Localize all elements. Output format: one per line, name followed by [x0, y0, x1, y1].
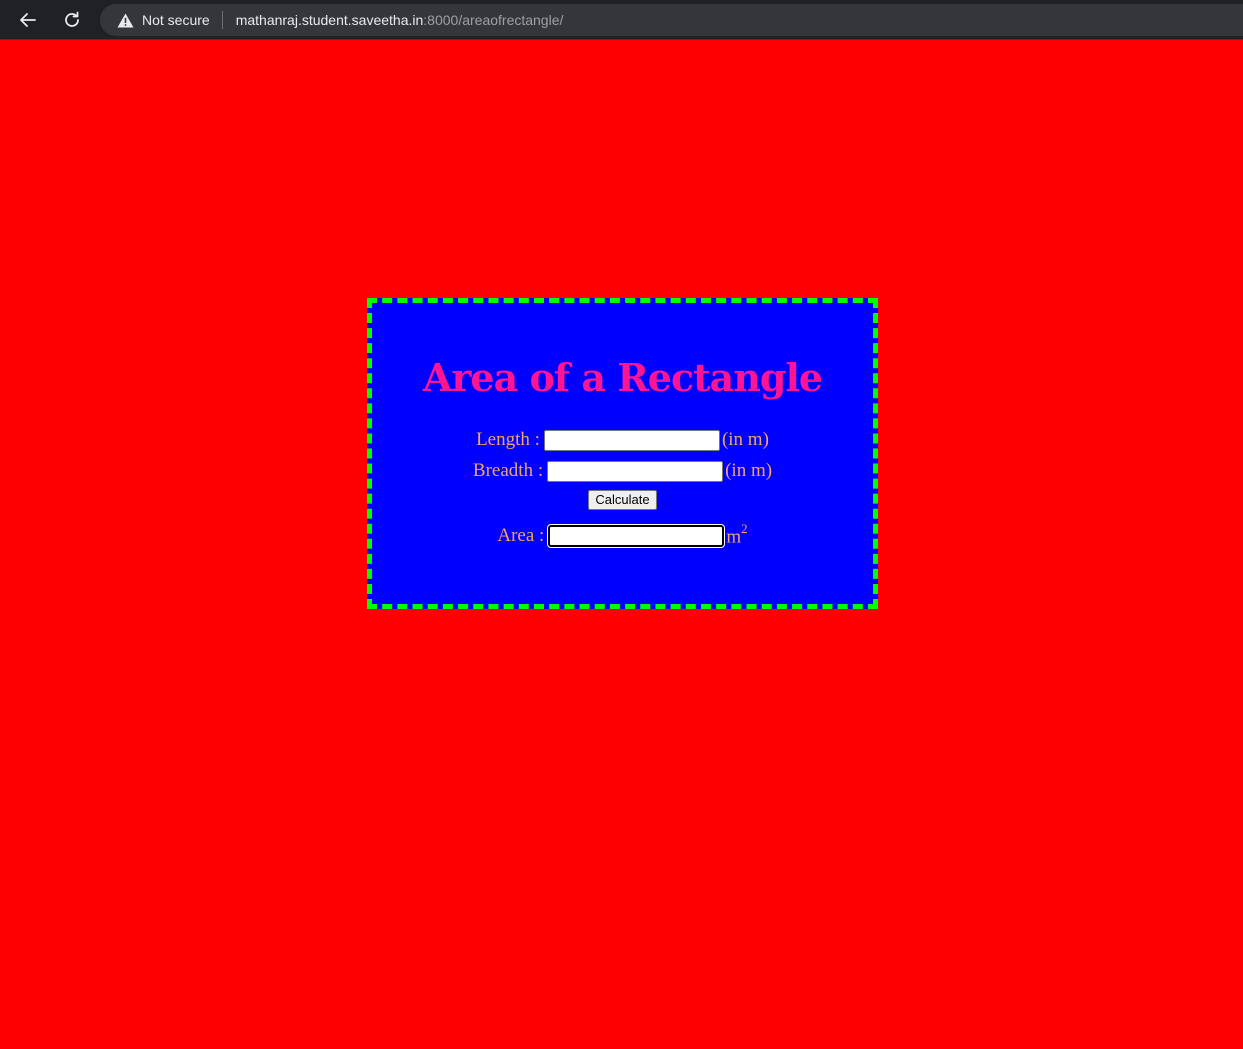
- arrow-left-icon: [20, 13, 36, 27]
- form-card: Area of a Rectangle Length : (in m) Brea…: [367, 298, 878, 609]
- calculate-button[interactable]: Calculate: [588, 490, 657, 510]
- length-label: Length :: [476, 429, 540, 450]
- area-unit: m2: [726, 521, 748, 548]
- reload-button[interactable]: [58, 6, 86, 34]
- security-indicator[interactable]: Not secure: [100, 11, 223, 29]
- url-host: mathanraj.student.saveetha.in: [235, 12, 424, 28]
- page-title: Area of a Rectangle: [422, 355, 823, 400]
- reload-icon: [65, 11, 79, 27]
- breadth-unit: (in m): [725, 460, 773, 481]
- warning-icon: [117, 13, 134, 27]
- length-unit: (in m): [721, 429, 769, 450]
- length-input[interactable]: [543, 429, 720, 451]
- button-row: Calculate: [372, 490, 873, 510]
- breadth-input[interactable]: [547, 460, 724, 482]
- address-bar[interactable]: Not secure mathanraj.student.saveetha.in…: [100, 4, 1243, 36]
- url-path: :8000/areaofrectangle/: [423, 12, 564, 28]
- security-label: Not secure: [142, 12, 210, 28]
- breadth-row: Breadth : (in m): [372, 460, 873, 482]
- area-unit-base: m: [726, 526, 742, 548]
- back-button[interactable]: [14, 6, 42, 34]
- browser-toolbar: Not secure mathanraj.student.saveetha.in…: [0, 0, 1243, 40]
- area-output[interactable]: [548, 524, 725, 547]
- url-text[interactable]: mathanraj.student.saveetha.in:8000/areao…: [223, 12, 564, 28]
- area-unit-exponent: 2: [741, 521, 748, 536]
- area-label: Area :: [497, 524, 545, 546]
- area-row: Area : m2: [372, 521, 873, 548]
- length-row: Length : (in m): [372, 429, 873, 451]
- breadth-label: Breadth :: [472, 460, 544, 481]
